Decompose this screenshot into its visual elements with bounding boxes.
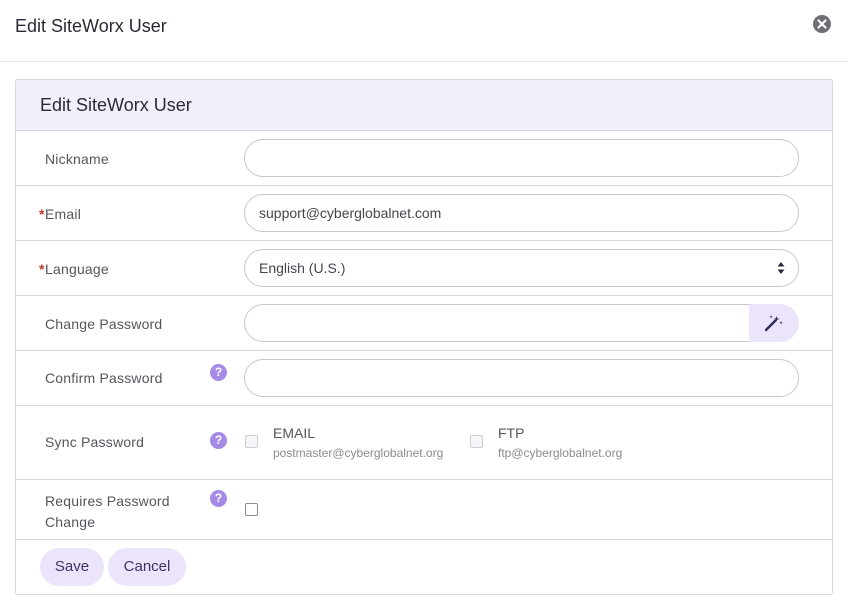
requires-password-change-label-line2: Change — [45, 514, 96, 530]
email-input[interactable]: support@cyberglobalnet.com — [244, 194, 799, 232]
edit-user-panel: Edit SiteWorx User Nickname * Email supp… — [15, 79, 833, 595]
sync-password-row: Sync Password ? EMAIL postmaster@cybergl… — [16, 406, 832, 480]
requires-password-change-checkbox[interactable] — [245, 503, 258, 516]
confirm-password-help-icon[interactable]: ? — [210, 364, 227, 381]
email-label: * Email — [39, 206, 82, 222]
panel-title: Edit SiteWorx User — [40, 95, 192, 115]
confirm-password-label: Confirm Password — [45, 370, 163, 386]
sync-email-address: postmaster@cyberglobalnet.org — [273, 446, 444, 460]
language-label: * Language — [39, 261, 109, 277]
confirm-password-input[interactable] — [244, 359, 799, 397]
modal-header: Edit SiteWorx User — [0, 0, 848, 62]
sync-password-label: Sync Password — [45, 434, 145, 450]
language-row: * Language English (U.S.) — [16, 241, 832, 296]
change-password-row: Change Password — [16, 296, 832, 351]
sort-arrows-icon — [777, 262, 785, 274]
requires-password-change-label-line1: Requires Password — [45, 493, 170, 509]
nickname-row: Nickname — [16, 131, 832, 186]
save-button[interactable]: Save — [40, 548, 104, 586]
form-footer: Save Cancel — [16, 540, 832, 594]
required-mark: * — [39, 206, 45, 222]
required-mark: * — [39, 261, 45, 277]
requires-password-change-label: Requires Password Change — [45, 491, 170, 533]
generate-password-button[interactable] — [749, 304, 799, 342]
close-icon[interactable] — [813, 15, 831, 33]
magic-wand-icon — [764, 315, 783, 332]
language-selected-value: English (U.S.) — [259, 260, 346, 276]
sync-ftp-title: FTP — [498, 425, 525, 441]
email-label-text: Email — [45, 206, 82, 222]
modal-title: Edit SiteWorx User — [15, 16, 167, 36]
sync-ftp-checkbox[interactable] — [470, 435, 483, 448]
confirm-password-row: Confirm Password ? — [16, 351, 832, 406]
change-password-group — [244, 304, 799, 342]
language-select[interactable]: English (U.S.) — [244, 249, 799, 287]
sync-ftp-address: ftp@cyberglobalnet.org — [498, 446, 623, 460]
language-label-text: Language — [45, 261, 109, 277]
change-password-label: Change Password — [45, 316, 163, 332]
cancel-button[interactable]: Cancel — [108, 548, 186, 586]
nickname-input[interactable] — [244, 139, 799, 177]
email-row: * Email support@cyberglobalnet.com — [16, 186, 832, 241]
sync-email-title: EMAIL — [273, 425, 316, 441]
nickname-label: Nickname — [45, 151, 109, 167]
panel-header: Edit SiteWorx User — [16, 80, 832, 131]
change-password-input[interactable] — [244, 304, 751, 342]
sync-email-checkbox[interactable] — [245, 435, 258, 448]
requires-password-change-row: Requires Password Change ? — [16, 480, 832, 540]
requires-password-change-help-icon[interactable]: ? — [210, 490, 227, 507]
sync-password-help-icon[interactable]: ? — [210, 432, 227, 449]
